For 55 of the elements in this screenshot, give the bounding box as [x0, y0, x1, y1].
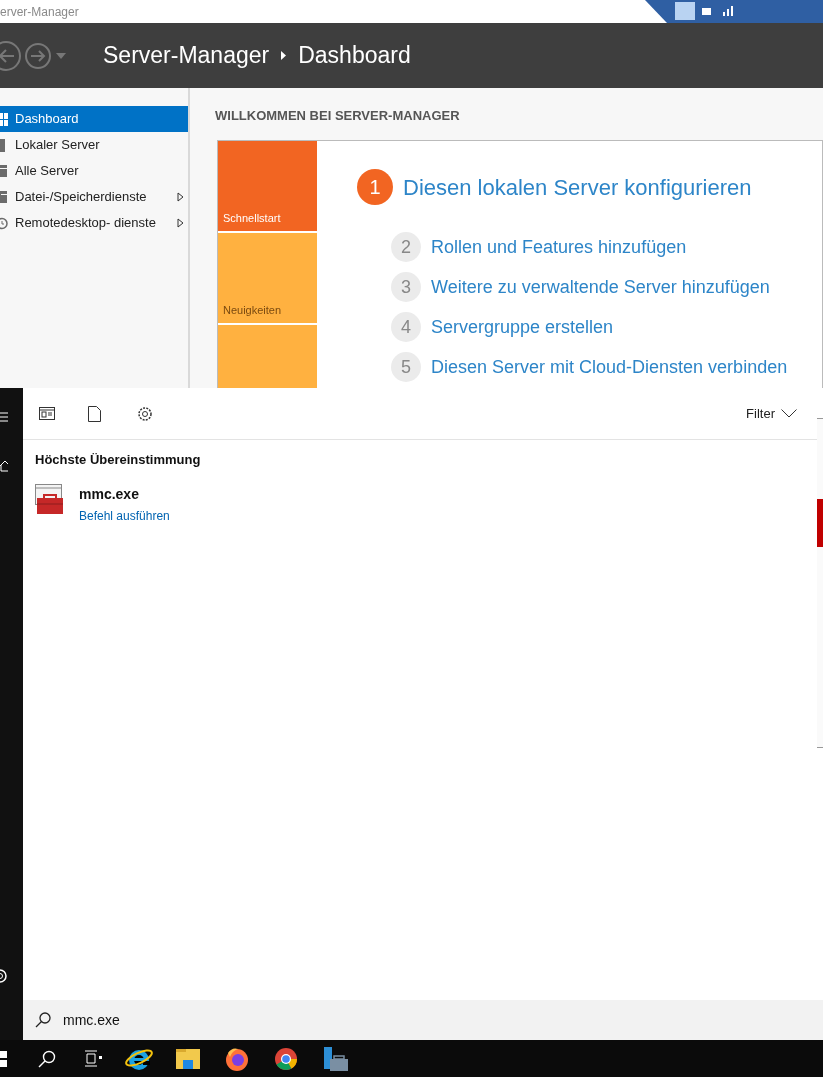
task-view-icon[interactable]: [85, 1050, 103, 1067]
chevron-down-icon: [781, 409, 797, 418]
search-query: mmc.exe: [63, 1010, 120, 1030]
step-number: 4: [391, 312, 421, 342]
search-result[interactable]: mmc.exe Befehl ausführen: [35, 483, 170, 525]
step-link[interactable]: Diesen Server mit Cloud-Diensten verbinden: [431, 353, 788, 381]
server-icon: [0, 138, 5, 152]
settings-icon[interactable]: [137, 405, 153, 422]
welcome-heading: WILLKOMMEN BEI SERVER-MANAGER: [215, 107, 461, 125]
step-number: 3: [391, 272, 421, 302]
sidebar-label: Datei-/Speicherdienste: [15, 188, 147, 207]
toolbox-window-icon: [35, 483, 65, 516]
filter-button[interactable]: Filter: [746, 403, 797, 424]
expand-arrow-icon[interactable]: [177, 192, 184, 202]
sidebar-label: Dashboard: [15, 110, 79, 129]
step-number: 2: [391, 232, 421, 262]
sidebar-item[interactable]: Lokaler Server: [0, 132, 188, 158]
welcome-tile[interactable]: Neuigkeiten: [218, 233, 317, 323]
home-icon[interactable]: [0, 460, 8, 472]
apps-tab-icon[interactable]: [39, 407, 55, 420]
app-title: Server-Manager: [103, 41, 270, 71]
search-icon: [35, 1012, 51, 1028]
step-link[interactable]: Rollen und Features hinzufügen: [431, 233, 687, 261]
grid-icon: [0, 112, 8, 126]
servers-icon: [0, 165, 7, 177]
step-link[interactable]: Weitere zu verwaltende Server hinzufügen: [431, 273, 770, 301]
sidebar-item[interactable]: Alle Server: [0, 158, 188, 184]
result-action-link[interactable]: Befehl ausführen: [79, 506, 170, 525]
step-number: 1: [357, 169, 393, 205]
sidebar-item[interactable]: Remotedesktop- dienste: [0, 210, 188, 236]
sidebar-label: Lokaler Server: [15, 136, 100, 155]
dropdown-caret-icon[interactable]: [56, 52, 66, 59]
step-number: 5: [391, 352, 421, 382]
windows-logo-icon[interactable]: [0, 1050, 8, 1067]
expand-arrow-icon[interactable]: [177, 218, 184, 228]
search-icon[interactable]: [38, 1049, 56, 1068]
page-title: Dashboard: [298, 41, 411, 71]
banner-strip: [817, 499, 823, 547]
forward-icon[interactable]: [24, 41, 52, 70]
sidebar-item[interactable]: Dashboard: [0, 106, 188, 132]
breadcrumb-arrow-icon: [281, 51, 287, 60]
step-link[interactable]: Servergruppe erstellen: [431, 313, 614, 341]
back-icon[interactable]: [0, 39, 22, 72]
sidebar-item[interactable]: Datei-/Speicherdienste: [0, 184, 188, 210]
sidebar-label: Remotedesktop- dienste: [15, 214, 156, 233]
search-box[interactable]: mmc.exe: [23, 1000, 823, 1040]
section-heading: Höchste Übereinstimmung: [35, 451, 201, 469]
sidebar-label: Alle Server: [15, 162, 79, 181]
welcome-tile[interactable]: [218, 325, 317, 388]
document-icon[interactable]: [88, 405, 101, 422]
clock-icon: [0, 216, 8, 230]
result-title: mmc.exe: [79, 484, 140, 504]
step-link[interactable]: Diesen lokalen Server konfigurieren: [403, 170, 752, 204]
menu-icon[interactable]: [0, 412, 8, 422]
window-title: erver-Manager: [0, 3, 79, 21]
